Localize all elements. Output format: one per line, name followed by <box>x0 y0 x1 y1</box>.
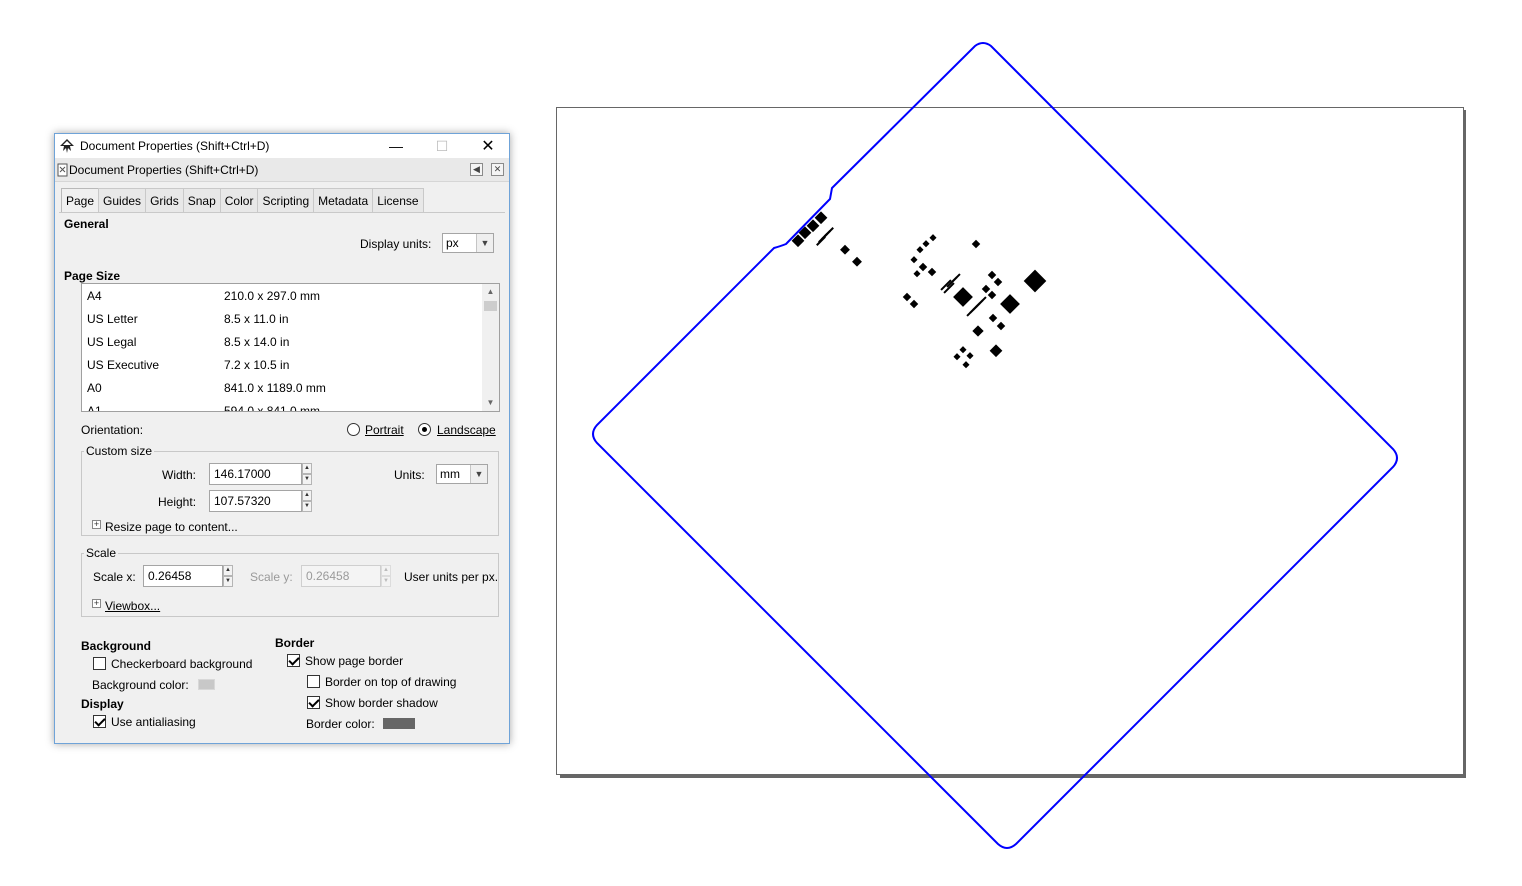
scale-x-input[interactable]: 0.26458 <box>143 565 223 587</box>
background-color-label: Background color: <box>92 678 189 692</box>
minimize-button[interactable]: — <box>373 134 419 158</box>
units-value: mm <box>440 467 460 481</box>
expand-icon[interactable]: + <box>92 520 101 529</box>
background-heading: Background <box>81 639 152 653</box>
list-item[interactable]: A4 210.0 x 297.0 mm <box>87 284 477 307</box>
list-item[interactable]: A1 594.0 x 841.0 mm <box>87 399 477 412</box>
scroll-thumb[interactable] <box>484 301 497 311</box>
scale-y-label: Scale y: <box>250 570 293 584</box>
orientation-label: Orientation: <box>81 423 144 437</box>
scale-y-stepper: ▲ ▼ <box>381 565 391 587</box>
resize-page-expander[interactable]: Resize page to content... <box>105 520 238 534</box>
show-shadow-label[interactable]: Show border shadow <box>325 696 438 710</box>
width-stepper[interactable]: ▲ ▼ <box>302 463 312 485</box>
scale-y-input: 0.26458 <box>301 565 381 587</box>
height-stepper[interactable]: ▲ ▼ <box>302 490 312 512</box>
page-size-dimensions: 210.0 x 297.0 mm <box>224 289 321 303</box>
page-size-name: US Letter <box>87 312 138 326</box>
chevron-down-icon: ▼ <box>470 465 487 483</box>
tab-scripting[interactable]: Scripting <box>257 188 315 212</box>
page-size-dimensions: 7.2 x 10.5 in <box>224 358 290 372</box>
page-size-dimensions: 8.5 x 11.0 in <box>224 312 289 326</box>
page-size-dimensions: 8.5 x 14.0 in <box>224 335 290 349</box>
custom-size-legend: Custom size <box>84 444 155 458</box>
display-units-value: px <box>446 236 459 250</box>
page-size-heading: Page Size <box>64 269 121 283</box>
page-size-list[interactable]: A4 210.0 x 297.0 mm US Letter 8.5 x 11.0… <box>81 283 500 412</box>
scale-x-label: Scale x: <box>93 570 136 584</box>
display-units-select[interactable]: px ▼ <box>442 233 494 253</box>
dock-title: Document Properties (Shift+Ctrl+D) <box>69 163 259 177</box>
scale-x-stepper[interactable]: ▲ ▼ <box>223 565 233 587</box>
height-label: Height: <box>158 495 197 509</box>
portrait-radio[interactable] <box>347 423 360 436</box>
show-shadow-checkbox[interactable] <box>307 696 320 709</box>
tab-bar: Page Guides Grids Snap Color Scripting M… <box>61 188 424 213</box>
display-heading: Display <box>81 697 124 711</box>
background-color-swatch[interactable] <box>198 679 215 690</box>
landscape-label[interactable]: Landscape <box>437 423 496 437</box>
portrait-label[interactable]: Portrait <box>365 423 404 437</box>
dock-header: Document Properties (Shift+Ctrl+D) ◀ ✕ <box>55 158 509 182</box>
general-heading: General <box>64 217 109 231</box>
tab-metadata[interactable]: Metadata <box>313 188 374 212</box>
width-label: Width: <box>162 468 197 482</box>
tab-grids[interactable]: Grids <box>145 188 184 212</box>
units-label: Units: <box>394 468 425 482</box>
antialiasing-checkbox[interactable] <box>93 715 106 728</box>
maximize-button[interactable]: ☐ <box>419 134 465 158</box>
scale-legend: Scale <box>84 546 119 560</box>
user-units-label: User units per px. <box>404 570 499 584</box>
page-size-name: A1 <box>87 404 102 412</box>
list-item[interactable]: US Executive 7.2 x 10.5 in <box>87 353 477 376</box>
window-title: Document Properties (Shift+Ctrl+D) <box>80 139 270 153</box>
list-item[interactable]: US Legal 8.5 x 14.0 in <box>87 330 477 353</box>
border-color-label: Border color: <box>306 717 375 731</box>
page-area <box>556 107 1464 775</box>
document-properties-window[interactable]: Document Properties (Shift+Ctrl+D) — ☐ ✕… <box>54 133 510 744</box>
page-size-name: A0 <box>87 381 102 395</box>
page-size-dimensions: 841.0 x 1189.0 mm <box>224 381 326 395</box>
list-scrollbar[interactable]: ▲ ▼ <box>482 284 499 411</box>
tab-color[interactable]: Color <box>219 188 259 212</box>
display-units-label: Display units: <box>360 237 432 251</box>
scroll-up-icon[interactable]: ▲ <box>482 284 499 300</box>
tab-page[interactable]: Page <box>61 188 100 213</box>
height-input[interactable]: 107.57320 <box>209 490 302 512</box>
list-item[interactable]: A0 841.0 x 1189.0 mm <box>87 376 477 399</box>
units-select[interactable]: mm ▼ <box>436 464 488 484</box>
page-size-name: US Executive <box>87 358 160 372</box>
border-on-top-checkbox[interactable] <box>307 675 320 688</box>
tab-guides[interactable]: Guides <box>98 188 147 212</box>
dock-close-icon[interactable]: ✕ <box>491 163 504 176</box>
dock-collapse-icon[interactable]: ◀ <box>470 163 483 176</box>
document-icon <box>57 163 68 177</box>
title-bar[interactable]: Document Properties (Shift+Ctrl+D) — ☐ ✕ <box>55 134 509 158</box>
close-button[interactable]: ✕ <box>465 134 511 158</box>
tab-license[interactable]: License <box>372 188 424 212</box>
inkscape-app-icon <box>60 139 74 153</box>
expand-icon[interactable]: + <box>92 599 101 608</box>
checkerboard-checkbox[interactable] <box>93 657 106 670</box>
list-item[interactable]: US Letter 8.5 x 11.0 in <box>87 307 477 330</box>
viewbox-expander[interactable]: Viewbox... <box>105 599 160 613</box>
width-input[interactable]: 146.17000 <box>209 463 302 485</box>
page-size-dimensions: 594.0 x 841.0 mm <box>224 404 321 412</box>
page-tab-panel: General Display units: px ▼ Page Size A4… <box>59 212 505 739</box>
scroll-down-icon[interactable]: ▼ <box>482 395 499 411</box>
tab-snap[interactable]: Snap <box>182 188 221 212</box>
landscape-radio[interactable] <box>418 423 431 436</box>
border-on-top-label[interactable]: Border on top of drawing <box>325 675 456 689</box>
page-size-name: US Legal <box>87 335 137 349</box>
checkerboard-label[interactable]: Checkerboard background <box>111 657 252 671</box>
page-size-name: A4 <box>87 289 102 303</box>
antialiasing-label[interactable]: Use antialiasing <box>111 715 196 729</box>
border-heading: Border <box>275 636 315 650</box>
chevron-down-icon: ▼ <box>476 234 493 252</box>
show-border-label[interactable]: Show page border <box>305 654 403 668</box>
show-border-checkbox[interactable] <box>287 654 300 667</box>
border-color-swatch[interactable] <box>383 718 415 729</box>
